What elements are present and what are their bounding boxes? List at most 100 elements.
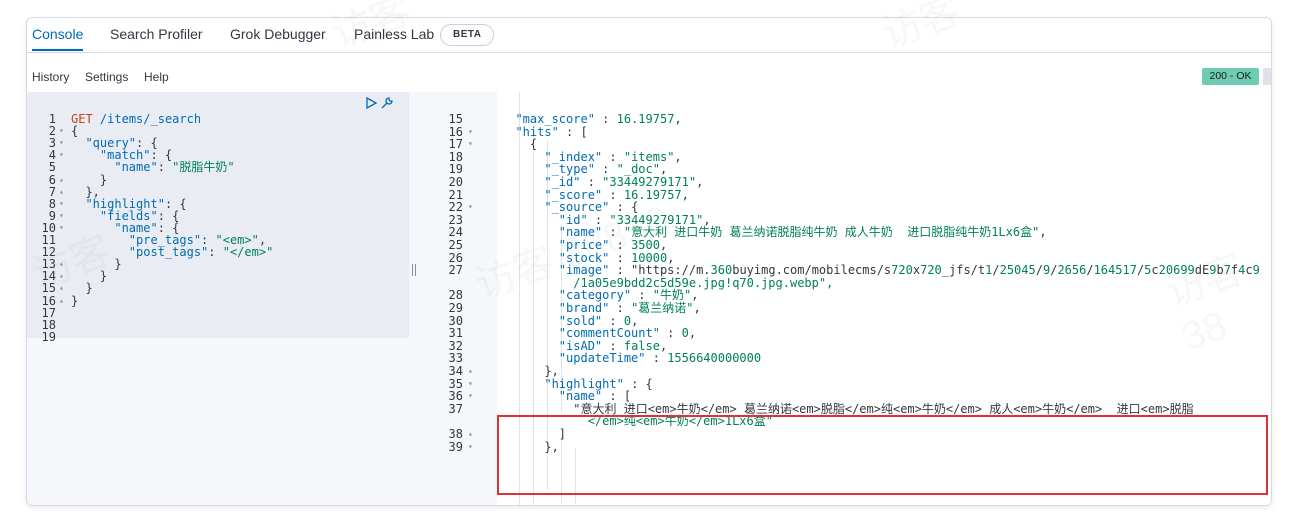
line-number: 15 <box>448 112 463 126</box>
line-number: 38 <box>448 427 463 441</box>
line-number: 18 <box>41 317 56 332</box>
fold-open-icon[interactable]: ▾ <box>468 378 473 390</box>
fold-close-icon[interactable]: ▴ <box>468 428 473 440</box>
fold-open-icon[interactable]: ▾ <box>468 390 473 402</box>
line-number: 23 <box>448 212 463 227</box>
code-line: } <box>71 293 79 308</box>
response-viewer: 15 "max_score" : 16.19757, 16 ▾ "hits" : [… <box>417 92 1271 505</box>
line-number: 16 <box>448 124 463 139</box>
code-line: "name" : "意大利 进口牛奶 葛兰纳诺脱脂纯牛奶 成人牛奶 进口脱脂纯牛… <box>558 225 1047 240</box>
line-number: 22 <box>448 200 463 215</box>
line-number: 25 <box>448 238 463 252</box>
line-number: 28 <box>448 288 463 303</box>
fold-close-icon[interactable]: ▴ <box>59 186 64 198</box>
line-number: 7 <box>48 184 56 199</box>
fold-close-icon[interactable]: ▴ <box>59 174 64 186</box>
line-number: 18 <box>448 149 463 164</box>
tab-grok-debugger[interactable]: Grok Debugger <box>230 18 326 51</box>
line-number: 33 <box>448 351 463 366</box>
fold-open-icon[interactable]: ▾ <box>468 201 473 213</box>
code-line: GET /items/_search <box>71 112 202 126</box>
line-number: 6 <box>48 172 56 187</box>
fold-open-icon[interactable]: ▾ <box>468 126 473 138</box>
tab-painless-lab[interactable]: Painless Lab <box>354 18 434 51</box>
status-scroll-stub <box>1263 68 1271 85</box>
fold-open-icon[interactable]: ▾ <box>59 198 64 210</box>
line-number: 19 <box>41 329 56 344</box>
fold-close-icon[interactable]: ▴ <box>59 282 64 294</box>
play-icon[interactable] <box>364 96 378 110</box>
code-line: </em>纯<em>牛奶</em>1Lx6盒" <box>501 414 773 429</box>
line-number: 21 <box>448 187 463 202</box>
code-line: "_source" : { <box>544 200 639 215</box>
menu-help[interactable]: Help <box>144 70 169 84</box>
code-line: "commentCount" : 0, <box>558 326 697 341</box>
line-number: 8 <box>48 196 56 211</box>
line-number: 32 <box>448 338 463 353</box>
code-line: "hits" : [ <box>515 124 588 139</box>
request-editor[interactable]: 1 GET /items/_search 2 ▾{3 ▾ "query": {4 ▾ "m… <box>27 92 417 505</box>
code-line: "image" : "https://m.360buyimg.com/mobil… <box>558 263 1260 278</box>
line-number: 24 <box>448 225 463 240</box>
fold-open-icon[interactable]: ▾ <box>59 210 64 222</box>
code-line: "max_score" : 16.19757, <box>515 112 682 126</box>
fold-open-icon[interactable]: ▾ <box>59 137 64 149</box>
fold-close-icon[interactable]: ▴ <box>59 258 64 270</box>
code-line: { <box>501 137 538 152</box>
line-number: 31 <box>448 326 463 341</box>
line-number: 30 <box>448 313 463 328</box>
fold-close-icon[interactable]: ▴ <box>468 365 473 377</box>
fold-close-icon[interactable]: ▴ <box>59 295 64 307</box>
tab-bar: Console Search Profiler Grok Debugger Pa… <box>27 18 1271 53</box>
dev-tools-console-panel: Console Search Profiler Grok Debugger Pa… <box>26 17 1272 506</box>
code-line: "意大利 进口<em>牛奶</em> 葛兰纳诺<em>脱脂</em>纯<em>牛… <box>501 401 1194 416</box>
tab-console[interactable]: Console <box>32 18 84 51</box>
line-number: 16 <box>41 293 56 308</box>
code-line: "price" : 3500, <box>558 238 668 252</box>
menu-history[interactable]: History <box>32 70 69 84</box>
code-line: "highlight" : { <box>544 376 653 391</box>
fold-open-icon[interactable]: ▾ <box>468 138 473 150</box>
line-number: 36 <box>448 389 463 404</box>
code-line: "_type" : "_doc", <box>544 162 668 177</box>
line-number: 20 <box>448 175 463 189</box>
line-number: 17 <box>41 305 56 320</box>
tab-search-profiler[interactable]: Search Profiler <box>110 18 203 51</box>
fold-close-icon[interactable]: ▴ <box>59 270 64 282</box>
status-badge: 200 - OK <box>1202 68 1259 85</box>
line-number: 27 <box>448 263 463 278</box>
menu-settings[interactable]: Settings <box>85 70 128 84</box>
code-line: "isAD" : false, <box>558 338 668 353</box>
code-line: } <box>71 281 93 296</box>
fold-open-icon[interactable]: ▾ <box>59 222 64 234</box>
code-line: "id" : "33449279171", <box>558 212 711 227</box>
line-number: 37 <box>448 401 463 416</box>
code-line: "sold" : 0, <box>558 313 639 328</box>
beta-badge: BETA <box>440 24 495 46</box>
code-line: "category" : "牛奶", <box>558 288 699 303</box>
line-number <box>425 415 463 427</box>
line-number: 5 <box>48 160 56 175</box>
code-line: "_id" : "33449279171", <box>544 175 704 189</box>
line-number: 19 <box>448 162 463 177</box>
line-number: 39 <box>448 439 463 454</box>
fold-open-icon[interactable]: ▾ <box>468 441 473 453</box>
code-line: "updateTime" : 1556640000000 <box>558 351 762 366</box>
line-number <box>425 277 463 289</box>
code-line: }, <box>501 439 559 454</box>
line-number: 35 <box>448 376 463 391</box>
line-number: 15 <box>41 281 56 296</box>
code-line: "brand" : "葛兰纳诺", <box>558 301 701 315</box>
code-line: "name": "脱脂牛奶" <box>114 160 235 175</box>
wrench-icon[interactable] <box>380 96 394 110</box>
fold-open-icon[interactable]: ▾ <box>59 149 64 161</box>
line-number: 17 <box>448 137 463 152</box>
code-line: "_index" : "items", <box>544 149 682 164</box>
code-line: /1a05e9bdd2c5d59e.jpg!q70.jpg.webp", <box>501 275 834 290</box>
code-line: "name" : [ <box>558 389 632 404</box>
code-line: "stock" : 10000, <box>558 250 675 265</box>
line-number: 29 <box>448 301 463 315</box>
code-line: ] <box>501 427 567 441</box>
code-line: }, <box>501 364 559 378</box>
fold-open-icon[interactable]: ▾ <box>59 125 64 137</box>
